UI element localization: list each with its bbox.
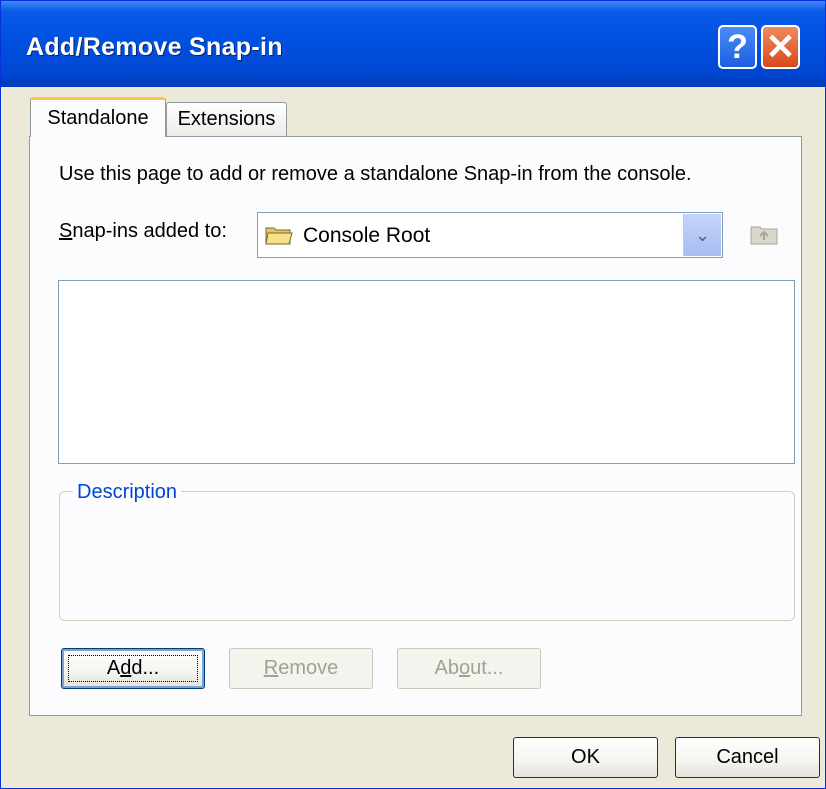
close-icon: ✕ [765,26,796,67]
snapin-list[interactable] [58,280,795,464]
folder-icon [265,227,293,245]
remove-button-label: Remove [263,657,339,679]
about-button[interactable]: About... [397,648,541,689]
dialog-title: Add/Remove Snap-in [26,33,283,61]
close-button[interactable]: ✕ [761,25,800,69]
add-button[interactable]: Add... [61,648,205,689]
description-group [59,491,795,621]
intro-text: Use this page to add or remove a standal… [59,163,692,185]
help-icon: ? [727,27,748,66]
add-remove-snapin-dialog: Add/Remove Snap-in ? ✕ Standalone Extens… [0,0,826,789]
tab-standalone[interactable]: Standalone [30,97,166,137]
description-title: Description [73,481,182,504]
tab-extensions[interactable]: Extensions [166,102,287,136]
combo-value: Console Root [303,224,431,247]
focus-rect [68,655,198,682]
chevron-down-icon: ⌄ [694,224,711,245]
combo-dropdown-button[interactable]: ⌄ [683,214,721,256]
ok-button[interactable]: OK [513,737,658,778]
remove-button[interactable]: Remove [229,648,373,689]
cancel-button[interactable]: Cancel [675,737,820,778]
snapins-added-to-combo[interactable]: Console Root ⌄ [257,212,723,258]
snapins-label-accesskey: S [59,220,73,242]
folder-up-icon[interactable] [749,222,779,246]
about-button-label: About... [434,657,504,679]
help-button[interactable]: ? [718,25,757,69]
snapins-added-to-label: Snap-ins added to: [59,220,227,243]
title-bar[interactable]: Add/Remove Snap-in ? ✕ [1,1,825,87]
snapins-label-text: nap-ins added to: [72,220,227,242]
